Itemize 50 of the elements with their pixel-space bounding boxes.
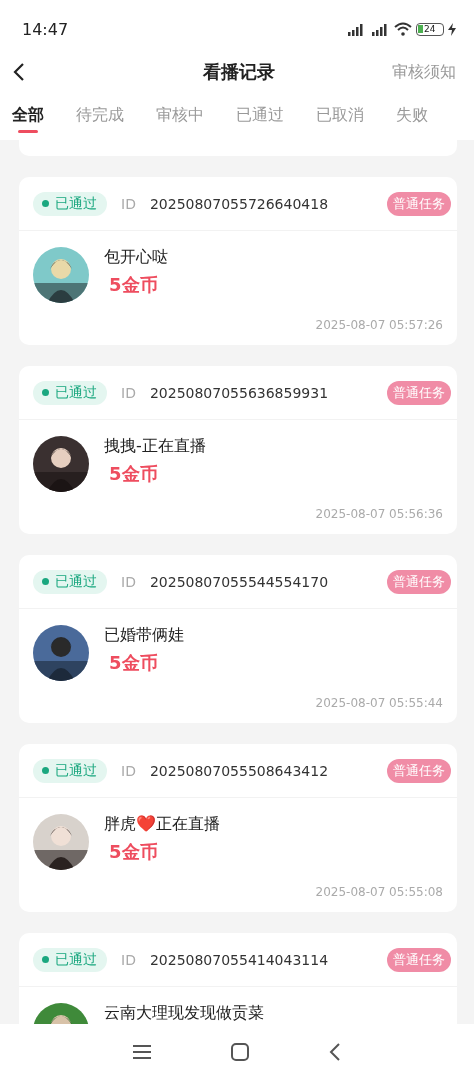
reward-amount: 5金币 <box>109 462 159 486</box>
status-time: 14:47 <box>22 19 69 39</box>
signal-icon <box>370 22 390 36</box>
task-type-badge: 普通任务 <box>387 569 451 594</box>
id-label: ID <box>121 195 136 212</box>
record-card[interactable]: 已通过 ID 20250807055414043114 普通任务 云南大理现发现做贡菜 <box>19 933 457 1024</box>
reward-amount: 5金币 <box>109 273 159 297</box>
status-badge: 已通过 <box>33 569 107 594</box>
record-id: 20250807055414043114 <box>149 951 330 968</box>
streamer-name: 云南大理现发现做贡菜 <box>104 1003 264 1024</box>
streamer-name: 拽拽-正在直播 <box>104 436 206 457</box>
status-badge: 已通过 <box>33 947 107 972</box>
home-icon[interactable] <box>231 1043 249 1061</box>
record-id: 20250807055508643412 <box>149 762 330 779</box>
status-badge: 已通过 <box>33 380 107 405</box>
streamer-name: 已婚带俩娃 <box>104 625 184 646</box>
page-title: 看播记录 <box>203 60 275 84</box>
reward-amount: 5金币 <box>109 651 159 675</box>
task-type-badge: 普通任务 <box>387 380 451 405</box>
task-type-badge: 普通任务 <box>387 191 451 216</box>
record-id: 20250807055726640418 <box>149 195 330 212</box>
id-label: ID <box>121 573 136 590</box>
task-type-badge: 普通任务 <box>387 947 451 972</box>
tab[interactable]: 全部 <box>12 94 44 133</box>
record-card[interactable]: 已通过 ID 20250807055726640418 普通任务 包开心哒 5金币 2025-08-07 05:57:26 <box>19 177 457 345</box>
record-card[interactable]: 已通过 ID 20250807055508643412 普通任务 胖虎❤正在直播 5金币 2025-08-07 05:55:08 <box>19 744 457 912</box>
wifi-icon <box>394 22 412 36</box>
record-time: 2025-08-07 05:57:26 <box>315 318 443 332</box>
streamer-name: 包开心哒 <box>104 247 168 268</box>
record-card[interactable]: 已通过 ID 20250807055636859931 普通任务 拽拽-正在直播 5金币 2025-08-07 05:56:36 <box>19 366 457 534</box>
record-card[interactable]: 已通过 ID 20250807055544554170 普通任务 已婚带俩娃 5金币 2025-08-07 05:55:44 <box>19 555 457 723</box>
streamer-name: 胖虎❤正在直播 <box>104 814 220 835</box>
battery-icon: 24 <box>416 22 444 36</box>
record-time: 2025-08-07 05:55:08 <box>315 885 443 899</box>
signal-icon <box>346 22 366 36</box>
id-label: ID <box>121 384 136 401</box>
charging-icon <box>448 22 456 36</box>
status-badge: 已通过 <box>33 758 107 783</box>
record-time: 2025-08-07 05:56:36 <box>315 507 443 521</box>
id-label: ID <box>121 762 136 779</box>
record-time: 2025-08-07 05:55:44 <box>315 696 443 710</box>
menu-icon[interactable] <box>133 1044 151 1060</box>
id-label: ID <box>121 951 136 968</box>
back-icon[interactable] <box>329 1043 341 1061</box>
status-badge: 已通过 <box>33 191 107 216</box>
reward-amount: 5金币 <box>109 840 159 864</box>
record-id: 20250807055544554170 <box>149 573 330 590</box>
back-icon[interactable] <box>12 62 26 82</box>
task-type-badge: 普通任务 <box>387 758 451 783</box>
record-id: 20250807055636859931 <box>149 384 330 401</box>
